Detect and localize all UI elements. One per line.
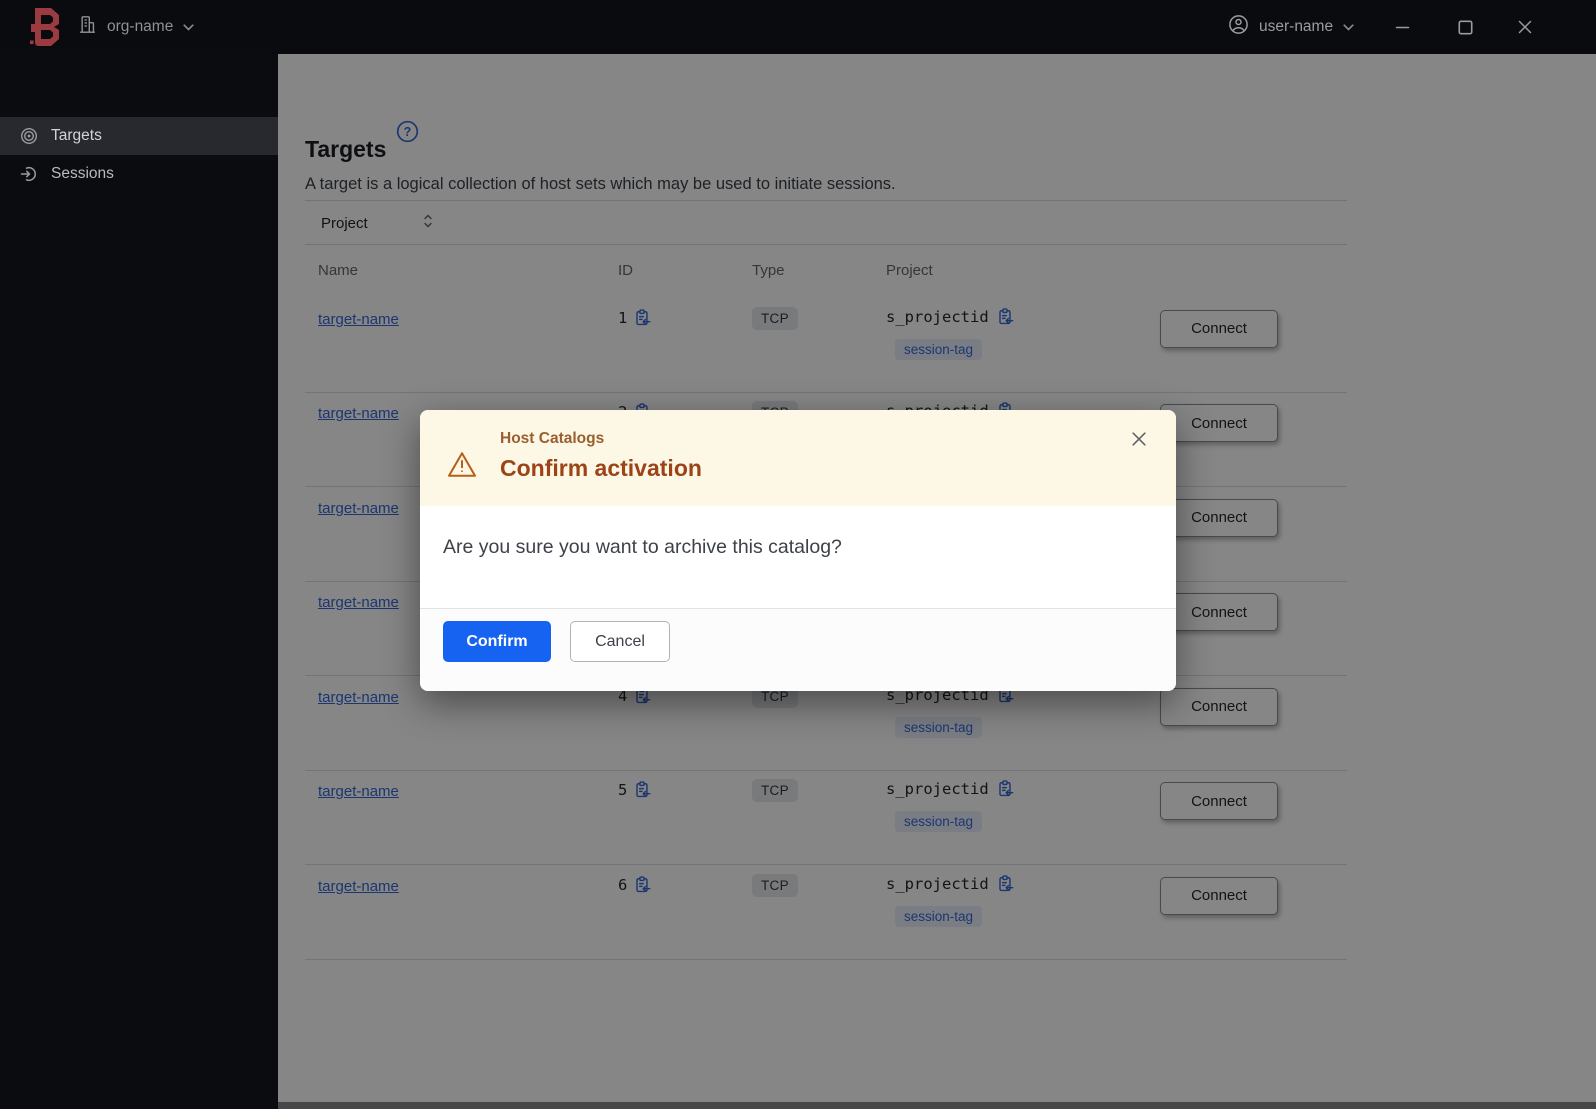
dialog-title: Confirm activation	[500, 455, 702, 481]
minimize-icon[interactable]	[1387, 0, 1417, 54]
org-name-label: org-name	[107, 18, 174, 35]
dialog-message: Are you sure you want to archive this ca…	[443, 536, 842, 558]
close-icon[interactable]	[1130, 430, 1148, 451]
sidebar: Targets Sessions	[0, 54, 278, 1109]
user-menu[interactable]: user-name	[1228, 0, 1354, 54]
sessions-icon	[20, 165, 38, 183]
confirm-dialog: Host Catalogs Confirm activation Are you…	[420, 410, 1176, 691]
user-name-label: user-name	[1259, 18, 1334, 35]
confirm-button[interactable]: Confirm	[443, 621, 551, 662]
titlebar: org-name user-name	[0, 0, 1596, 54]
dialog-body: Are you sure you want to archive this ca…	[420, 506, 1176, 608]
org-icon	[78, 15, 97, 39]
close-icon[interactable]	[1510, 0, 1540, 54]
cancel-button[interactable]: Cancel	[570, 621, 670, 662]
warning-icon	[447, 451, 477, 483]
target-icon	[20, 127, 38, 145]
org-menu[interactable]: org-name	[78, 0, 194, 54]
chevron-down-icon	[183, 18, 194, 36]
dialog-header: Host Catalogs Confirm activation	[420, 410, 1176, 506]
sidebar-item-label: Targets	[51, 127, 102, 144]
dialog-footer: Confirm Cancel	[420, 608, 1176, 691]
sidebar-item-sessions[interactable]: Sessions	[0, 155, 278, 193]
boundary-logo-icon	[27, 7, 61, 47]
chevron-down-icon	[1343, 18, 1354, 36]
sidebar-item-label: Sessions	[51, 165, 114, 182]
maximize-icon[interactable]	[1450, 0, 1480, 54]
user-icon	[1228, 14, 1249, 40]
sidebar-item-targets[interactable]: Targets	[0, 117, 278, 155]
dialog-tagline: Host Catalogs	[500, 430, 605, 447]
